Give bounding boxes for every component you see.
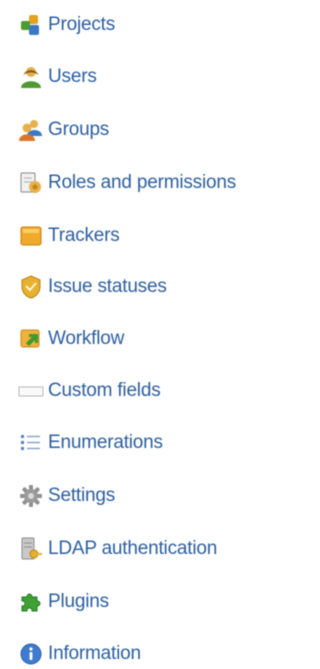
- workflow-icon: [18, 326, 44, 352]
- menu-item-information[interactable]: Information: [18, 639, 141, 669]
- server-key-icon: [18, 536, 44, 562]
- menu-item-ldap-authentication[interactable]: LDAP authentication: [18, 534, 217, 564]
- menu-item-projects[interactable]: Projects: [18, 10, 115, 40]
- menu-item-label: Trackers: [48, 225, 120, 246]
- puzzle-icon: [18, 589, 44, 615]
- issue-status-icon: [18, 274, 44, 300]
- menu-item-label: LDAP authentication: [48, 538, 218, 559]
- menu-item-label: Custom fields: [48, 380, 161, 401]
- user-icon: [18, 64, 44, 90]
- menu-item-label: Workflow: [48, 328, 125, 349]
- roles-icon: [18, 170, 44, 196]
- admin-menu: Projects Users Groups Roles and permissi…: [0, 0, 278, 667]
- menu-item-label: Users: [48, 66, 97, 87]
- menu-item-label: Enumerations: [48, 432, 163, 453]
- menu-item-label: Plugins: [48, 591, 109, 612]
- menu-item-label: Roles and permissions: [48, 172, 236, 193]
- group-icon: [18, 117, 44, 143]
- menu-item-label: Issue statuses: [48, 276, 167, 297]
- custom-fields-icon: [18, 378, 44, 404]
- info-icon: [18, 641, 44, 667]
- list-icon: [18, 430, 44, 456]
- menu-item-label: Projects: [48, 14, 116, 35]
- menu-item-enumerations[interactable]: Enumerations: [18, 428, 163, 458]
- menu-item-plugins[interactable]: Plugins: [18, 587, 109, 617]
- menu-item-workflow[interactable]: Workflow: [18, 324, 124, 354]
- gear-icon: [18, 483, 44, 509]
- menu-item-roles[interactable]: Roles and permissions: [18, 168, 236, 198]
- menu-item-label: Groups: [48, 119, 110, 140]
- menu-item-custom-fields[interactable]: Custom fields: [18, 376, 161, 406]
- tracker-icon: [18, 223, 44, 249]
- menu-item-label: Settings: [48, 485, 116, 506]
- menu-item-users[interactable]: Users: [18, 62, 97, 92]
- menu-item-groups[interactable]: Groups: [18, 115, 109, 145]
- menu-item-issue-statuses[interactable]: Issue statuses: [18, 272, 167, 302]
- menu-item-settings[interactable]: Settings: [18, 481, 115, 511]
- menu-item-trackers[interactable]: Trackers: [18, 221, 120, 251]
- menu-item-label: Information: [48, 643, 141, 664]
- projects-icon: [18, 12, 44, 38]
